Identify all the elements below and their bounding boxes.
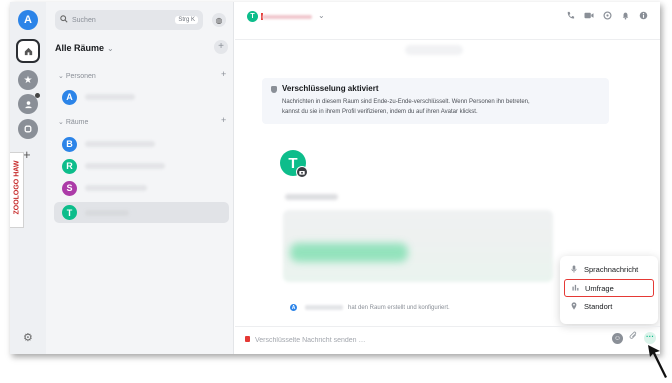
list-item[interactable]: S (54, 179, 229, 197)
list-item[interactable]: A (54, 88, 229, 106)
chevron-down-icon: ⌄ (107, 44, 114, 53)
list-item-selected[interactable]: T (54, 202, 229, 223)
blurred-room-title (285, 194, 338, 200)
home-icon[interactable] (16, 39, 40, 63)
room-list-title-label: Alle Räume (55, 43, 105, 53)
menu-item-label: Standort (584, 302, 613, 311)
event-avatar: A (290, 304, 297, 311)
encryption-text-line2: kannst du sie in ihrem Profil verifizier… (282, 109, 478, 115)
section-header-rooms[interactable]: ⌄ Räume (58, 118, 88, 126)
menu-item-label: Umfrage (585, 283, 614, 293)
room-avatar: S (62, 180, 77, 196)
other-rooms-icon[interactable] (18, 119, 38, 139)
blurred-name (85, 185, 147, 191)
blurred-user-name (305, 305, 343, 310)
search-placeholder: Suchen (72, 16, 96, 24)
chevron-down-icon[interactable]: ⌄ (318, 11, 325, 20)
app-window: A ★ + ZOOLOGO HAW ⚙ Suchen Strg K ◍ Alle… (10, 2, 660, 354)
room-view: T ⌄ Verschlüsselung aktiviert Nachrichte… (235, 2, 660, 354)
section-rooms-label: Räume (65, 119, 89, 126)
search-box[interactable]: Suchen Strg K (55, 10, 203, 30)
blurred-room-name[interactable] (262, 15, 312, 19)
blurred-action-button (290, 243, 408, 262)
room-created-event: A hat den Raum erstellt und konfiguriert… (290, 304, 450, 311)
side-watermark-tab: ZOOLOGO HAW (10, 152, 24, 228)
blurred-name (85, 163, 165, 169)
section-header-people[interactable]: ⌄ Personen (58, 72, 96, 80)
notifications-bell-icon[interactable] (621, 11, 630, 22)
section-people-label: Personen (65, 73, 96, 80)
encryption-lock-icon (245, 336, 250, 342)
room-avatar: A (62, 89, 77, 105)
list-item[interactable]: R (54, 157, 229, 175)
explore-rooms-icon[interactable]: ◍ (212, 13, 226, 27)
add-room-icon[interactable]: + (221, 115, 226, 125)
message-input[interactable] (255, 333, 555, 347)
blurred-name (85, 141, 155, 147)
search-shortcut-badge: Strg K (175, 16, 198, 24)
room-info-icon[interactable] (639, 11, 648, 22)
user-avatar[interactable]: A (18, 10, 38, 30)
poll-icon (571, 284, 579, 293)
threads-icon[interactable] (603, 11, 612, 22)
emoji-icon[interactable]: ☺ (612, 333, 623, 344)
side-tag-label: ZOOLOGO HAW (13, 160, 21, 215)
encryption-text-line1: Nachrichten in diesem Raum sind Ende-zu-… (282, 99, 530, 105)
room-header-avatar[interactable]: T (247, 11, 258, 22)
room-list-title[interactable]: Alle Räume ⌄ (55, 43, 114, 53)
add-person-icon[interactable]: + (221, 69, 226, 79)
list-item[interactable]: B (54, 135, 229, 153)
shield-icon (271, 86, 277, 93)
room-header: T ⌄ (235, 2, 660, 40)
unread-dot (35, 93, 40, 98)
menu-item-location[interactable]: Standort (560, 297, 658, 316)
header-actions (566, 11, 648, 22)
composer-more-options-menu: Sprachnachricht Umfrage Standort (560, 256, 658, 324)
room-avatar: R (62, 158, 77, 174)
room-created-text: hat den Raum erstellt und konfiguriert. (348, 304, 450, 311)
space-bar: A ★ + ZOOLOGO HAW ⚙ (10, 2, 46, 354)
room-list-panel: Suchen Strg K ◍ Alle Räume ⌄ + ⌄ Personen… (46, 2, 234, 354)
date-separator (405, 45, 463, 55)
people-icon[interactable] (18, 93, 40, 114)
camera-icon[interactable] (296, 166, 308, 178)
encryption-title: Verschlüsselung aktiviert (282, 84, 379, 93)
attachment-paperclip-icon[interactable] (629, 331, 638, 344)
add-space-icon[interactable]: + (23, 147, 31, 162)
room-avatar: T (62, 205, 77, 220)
microphone-icon (570, 264, 578, 275)
quick-settings-icon[interactable]: ⚙ (23, 331, 33, 344)
blurred-name (85, 209, 129, 216)
message-composer: ☺ ··· (235, 326, 660, 354)
video-call-icon[interactable] (584, 11, 594, 22)
pointer-arrow-icon (648, 345, 667, 378)
encryption-notice: Verschlüsselung aktiviert Nachrichten in… (262, 78, 609, 124)
location-pin-icon (570, 301, 578, 312)
voice-call-icon[interactable] (566, 11, 575, 22)
menu-item-poll[interactable]: Umfrage (564, 279, 654, 297)
menu-item-voice-message[interactable]: Sprachnachricht (560, 260, 658, 279)
add-room-button[interactable]: + (214, 40, 228, 54)
favourites-star-icon[interactable]: ★ (18, 70, 38, 90)
blurred-name (85, 94, 135, 100)
search-icon (60, 15, 68, 25)
room-avatar: B (62, 136, 77, 152)
menu-item-label: Sprachnachricht (584, 265, 639, 274)
